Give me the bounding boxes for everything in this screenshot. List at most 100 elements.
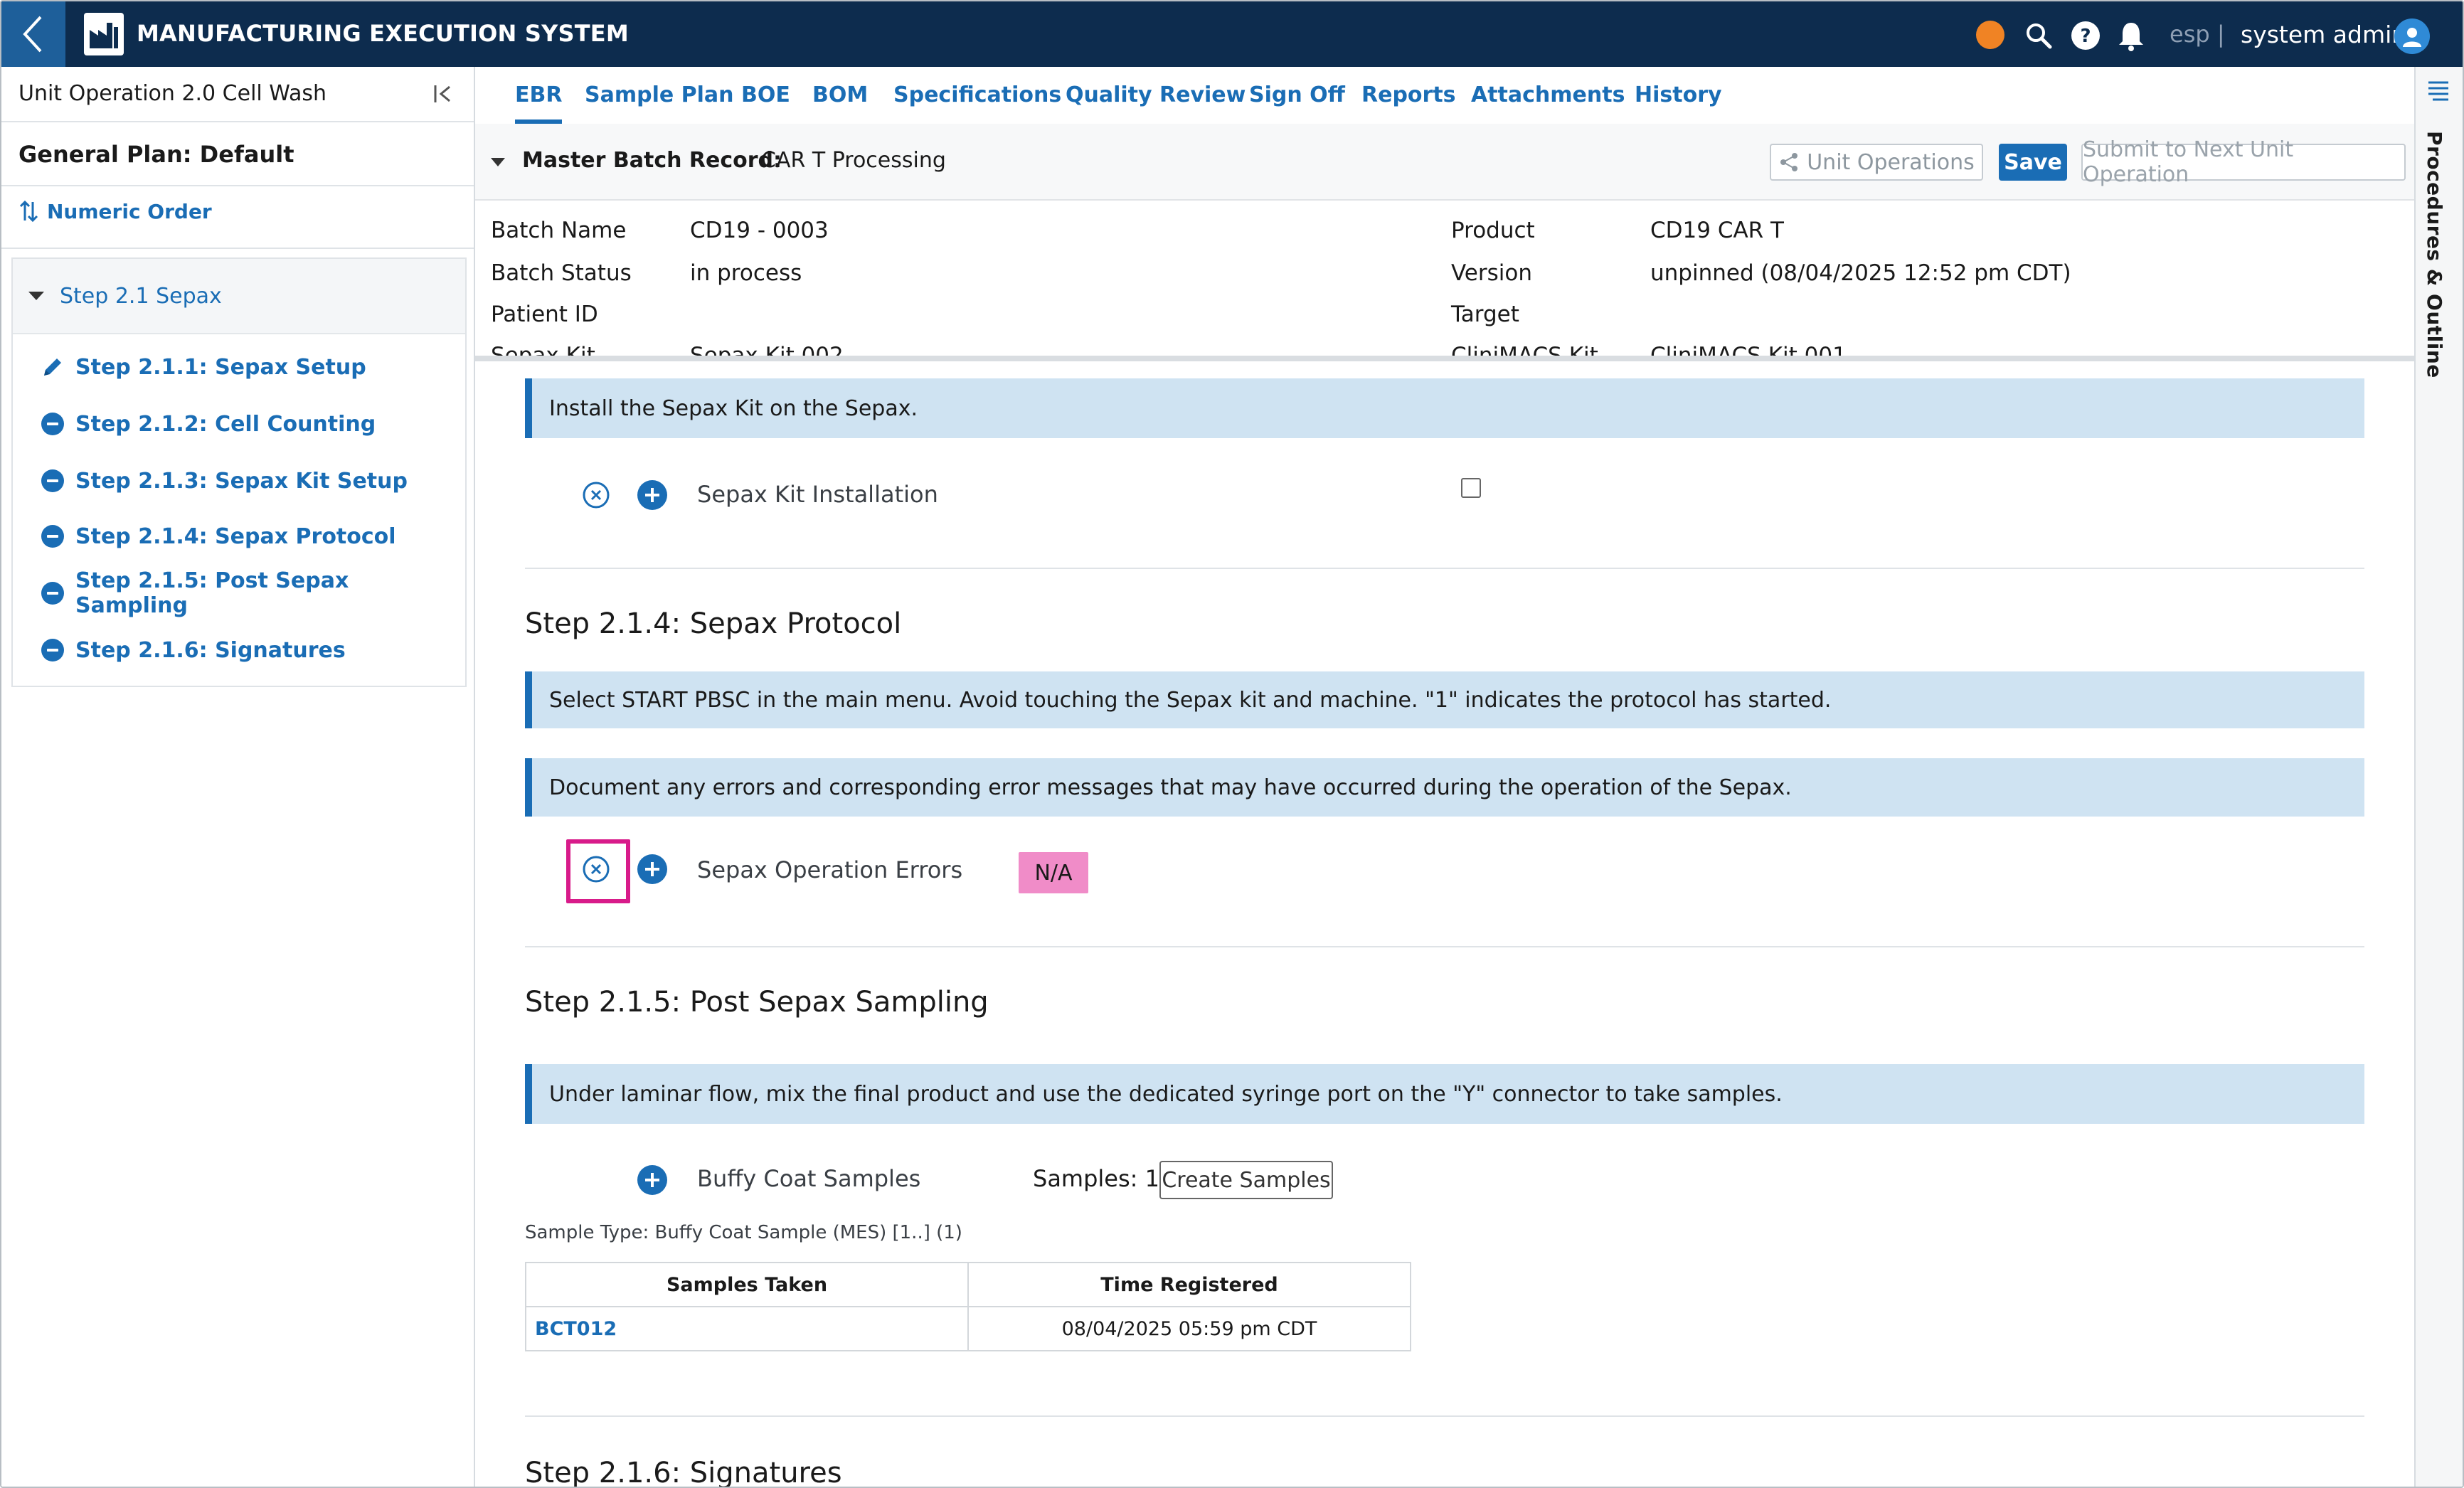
mbr-value: CAR T Processing <box>761 148 946 173</box>
procedures-outline-tab[interactable]: Procedures & Outline <box>2423 131 2446 378</box>
tab-specifications[interactable]: Specifications <box>893 83 1061 107</box>
table-header: Time Registered <box>967 1262 1411 1307</box>
app-window: MANUFACTURING EXECUTION SYSTEM ? esp | s… <box>0 0 2464 1488</box>
plan-title: General Plan: Default <box>18 141 294 168</box>
step-heading: Step 2.1.5: Post Sepax Sampling <box>525 986 989 1019</box>
numeric-order-toggle[interactable]: Numeric Order <box>18 199 212 223</box>
sidebar-item-step-2-1-4[interactable]: Step 2.1.4: Sepax Protocol <box>41 515 396 558</box>
minus-circle-icon <box>41 639 64 661</box>
sidebar-item-label: Step 2.1.6: Signatures <box>75 637 346 663</box>
field-label: Target <box>1451 302 1519 327</box>
notification-bell-icon[interactable] <box>2115 20 2147 51</box>
user-avatar-icon[interactable] <box>2394 18 2430 54</box>
tab-ebr[interactable]: EBR <box>515 83 562 107</box>
outline-menu-icon[interactable] <box>2426 78 2451 104</box>
back-button[interactable] <box>1 1 65 67</box>
buffy-coat-samples-label: Buffy Coat Samples <box>697 1165 921 1192</box>
divider <box>1 185 474 186</box>
top-bar: MANUFACTURING EXECUTION SYSTEM ? esp | s… <box>1 1 2463 67</box>
step-tree: Step 2.1 Sepax Step 2.1.1: Sepax Setup S… <box>11 257 467 687</box>
instruction-note: Install the Sepax Kit on the Sepax. <box>525 378 2364 438</box>
tab-attachments[interactable]: Attachments <box>1471 83 1625 107</box>
clear-circle-x-icon[interactable] <box>582 855 610 883</box>
sepax-kit-value: Sepax Kit 002 <box>690 343 844 357</box>
add-entry-plus-icon[interactable] <box>637 854 667 884</box>
tab-bar: EBR Sample Plan BOE BOM Specifications Q… <box>475 67 2414 125</box>
create-samples-button[interactable]: Create Samples <box>1159 1161 1333 1199</box>
sidebar-item-label: Step 2.1.3: Sepax Kit Setup <box>75 468 408 494</box>
sidebar-item-step-2-1-5[interactable]: Step 2.1.5: Post Sepax Sampling <box>41 568 465 618</box>
sample-type-text: Sample Type: Buffy Coat Sample (MES) [1.… <box>525 1222 962 1243</box>
numeric-order-label: Numeric Order <box>47 199 212 223</box>
pencil-icon <box>44 358 61 376</box>
tree-parent-step-2-1[interactable]: Step 2.1 Sepax <box>13 259 465 334</box>
field-label: Version <box>1451 260 1532 286</box>
step-heading: Step 2.1.4: Sepax Protocol <box>525 607 902 640</box>
divider <box>525 946 2364 947</box>
divider <box>525 1415 2364 1417</box>
search-icon[interactable] <box>2023 20 2054 51</box>
status-indicator[interactable] <box>1976 21 2004 49</box>
panel-header: Unit Operation 2.0 Cell Wash <box>1 67 474 122</box>
samples-table: Samples Taken Time Registered BCT012 08/… <box>525 1262 1411 1351</box>
table-row: BCT012 08/04/2025 05:59 pm CDT <box>525 1306 1411 1351</box>
sidebar-item-step-2-1-1[interactable]: Step 2.1.1: Sepax Setup <box>41 346 366 388</box>
step-content: Install the Sepax Kit on the Sepax. Sepa… <box>475 361 2414 1487</box>
sidebar-item-step-2-1-2[interactable]: Step 2.1.2: Cell Counting <box>41 403 376 445</box>
tab-bom[interactable]: BOM <box>812 83 868 107</box>
instruction-note: Document any errors and corresponding er… <box>525 758 2364 817</box>
tab-quality-review[interactable]: Quality Review <box>1066 83 1246 107</box>
instruction-note: Select START PBSC in the main menu. Avoi… <box>525 671 2364 728</box>
share-icon <box>1780 153 1798 171</box>
sidebar-item-label: Step 2.1.1: Sepax Setup <box>75 354 366 380</box>
time-registered-cell: 08/04/2025 05:59 pm CDT <box>967 1306 1411 1351</box>
add-entry-plus-icon[interactable] <box>637 480 667 510</box>
tab-boe[interactable]: BOE <box>741 83 790 107</box>
sample-id-link[interactable]: BCT012 <box>525 1306 969 1351</box>
sidebar-item-step-2-1-3[interactable]: Step 2.1.3: Sepax Kit Setup <box>41 459 408 502</box>
batch-info: Batch Name CD19 - 0003 Batch Status in p… <box>475 201 2414 357</box>
mbr-label: Master Batch Record: <box>522 148 782 173</box>
na-value-chip[interactable]: N/A <box>1019 852 1088 893</box>
sepax-kit-installation-checkbox[interactable] <box>1461 478 1481 498</box>
batch-status-value: in process <box>690 260 802 286</box>
right-rail: Procedures & Outline <box>2414 67 2463 1487</box>
header-separator <box>475 356 2414 361</box>
add-entry-plus-icon[interactable] <box>637 1165 667 1195</box>
sort-order-icon <box>19 200 38 223</box>
field-label: Product <box>1451 218 1535 243</box>
field-label: Patient ID <box>491 302 598 327</box>
user-name[interactable]: system admin <box>2241 21 2406 48</box>
minus-circle-icon <box>41 582 64 605</box>
caret-down-icon[interactable] <box>491 158 505 166</box>
tab-sign-off[interactable]: Sign Off <box>1249 83 1345 107</box>
tab-history[interactable]: History <box>1635 83 1722 107</box>
instruction-note: Under laminar flow, mix the final produc… <box>525 1064 2364 1124</box>
app-title: MANUFACTURING EXECUTION SYSTEM <box>137 20 629 47</box>
sepax-kit-installation-label: Sepax Kit Installation <box>697 481 938 508</box>
divider <box>525 568 2364 569</box>
minus-circle-icon <box>41 469 64 492</box>
step-heading: Step 2.1.6: Signatures <box>525 1457 842 1487</box>
collapse-panel-icon[interactable] <box>431 81 457 107</box>
table-header: Samples Taken <box>525 1262 969 1307</box>
save-button[interactable]: Save <box>1999 144 2067 181</box>
tab-sample-plan[interactable]: Sample Plan <box>585 83 734 107</box>
chevron-left-icon <box>23 16 42 53</box>
svg-text:?: ? <box>2080 26 2091 47</box>
divider <box>1 248 474 249</box>
minus-circle-icon <box>41 413 64 435</box>
field-label: CliniMACS Kit <box>1451 343 1598 357</box>
clinimacs-kit-value: CliniMACS Kit 001 <box>1650 343 1847 357</box>
sidebar-item-label: Step 2.1.5: Post Sepax Sampling <box>75 568 349 618</box>
sidebar-item-step-2-1-6[interactable]: Step 2.1.6: Signatures <box>41 629 346 671</box>
clear-circle-x-icon[interactable] <box>582 481 610 509</box>
unit-operations-button[interactable]: Unit Operations <box>1770 144 1983 181</box>
help-icon[interactable]: ? <box>2070 20 2101 51</box>
tab-reports[interactable]: Reports <box>1361 83 1456 107</box>
samples-count: Samples: 1 <box>1033 1165 1159 1192</box>
field-label: Sepax Kit <box>491 343 595 357</box>
submit-next-unit-operation-button[interactable]: Submit to Next Unit Operation <box>2081 137 2406 187</box>
language-selector[interactable]: esp | <box>2170 21 2225 48</box>
sidebar-item-label: Step 2.1.2: Cell Counting <box>75 411 376 437</box>
